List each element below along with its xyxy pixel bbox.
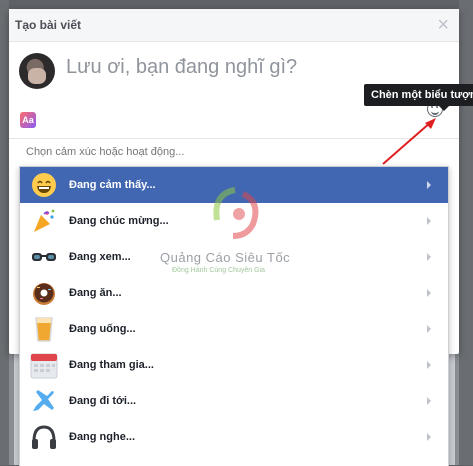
menu-item-watching[interactable]: Đang xem... — [20, 239, 448, 275]
tooltip-arrow — [439, 106, 449, 111]
text-format-icon[interactable]: Aa — [20, 112, 36, 128]
headphones-icon — [29, 422, 59, 452]
menu-item-eating[interactable]: Đang ăn... — [20, 275, 448, 311]
modal-header: Tạo bài viết × — [9, 9, 459, 42]
chevron-right-icon — [427, 253, 431, 261]
tooltip: Chèn một biểu tượng — [364, 84, 473, 106]
donut-icon — [29, 278, 59, 308]
menu-item-label: Đang tham gia... — [69, 359, 154, 371]
menu-item-label: Đang uống... — [69, 323, 136, 335]
calendar-icon — [29, 350, 59, 380]
menu-item-label: Đang chúc mừng... — [69, 215, 169, 227]
menu-item-listening[interactable]: Đang nghe... — [20, 419, 448, 455]
chevron-right-icon — [427, 181, 431, 189]
feeling-activity-input[interactable] — [26, 146, 426, 158]
modal-title: Tạo bài viết — [15, 18, 82, 32]
chevron-right-icon — [427, 361, 431, 369]
chevron-right-icon — [427, 217, 431, 225]
menu-item-feeling[interactable]: Đang cảm thấy... — [20, 167, 448, 203]
avatar — [19, 53, 55, 89]
menu-item-label: Đang xem... — [69, 251, 131, 263]
menu-item-label: Đang nghe... — [69, 431, 135, 443]
background-left — [0, 0, 9, 465]
glasses-icon — [29, 242, 59, 272]
chevron-right-icon — [427, 397, 431, 405]
menu-item-celebrating[interactable]: Đang chúc mừng... — [20, 203, 448, 239]
close-button[interactable]: × — [437, 15, 449, 35]
chevron-right-icon — [427, 325, 431, 333]
menu-item-label: Đang cảm thấy... — [69, 179, 156, 191]
red-arrow-annotation — [382, 118, 436, 165]
party-popper-icon — [29, 206, 59, 236]
menu-item-drinking[interactable]: Đang uống... — [20, 311, 448, 347]
menu-item-traveling[interactable]: Đang đi tới... — [20, 383, 448, 419]
background-right — [459, 0, 473, 465]
drink-icon — [29, 314, 59, 344]
menu-item-attending[interactable]: Đang tham gia... — [20, 347, 448, 383]
menu-item-label: Đang đi tới... — [69, 395, 137, 407]
post-text-input[interactable]: Lưu ơi, bạn đang nghĩ gì? — [66, 56, 297, 79]
grinning-face-icon — [29, 170, 59, 200]
chevron-right-icon — [427, 289, 431, 297]
chevron-right-icon — [427, 433, 431, 441]
feeling-activity-menu: Đang cảm thấy... Đang chúc mừng... Đang … — [19, 166, 449, 466]
menu-item-label: Đang ăn... — [69, 287, 122, 299]
airplane-icon — [29, 386, 59, 416]
